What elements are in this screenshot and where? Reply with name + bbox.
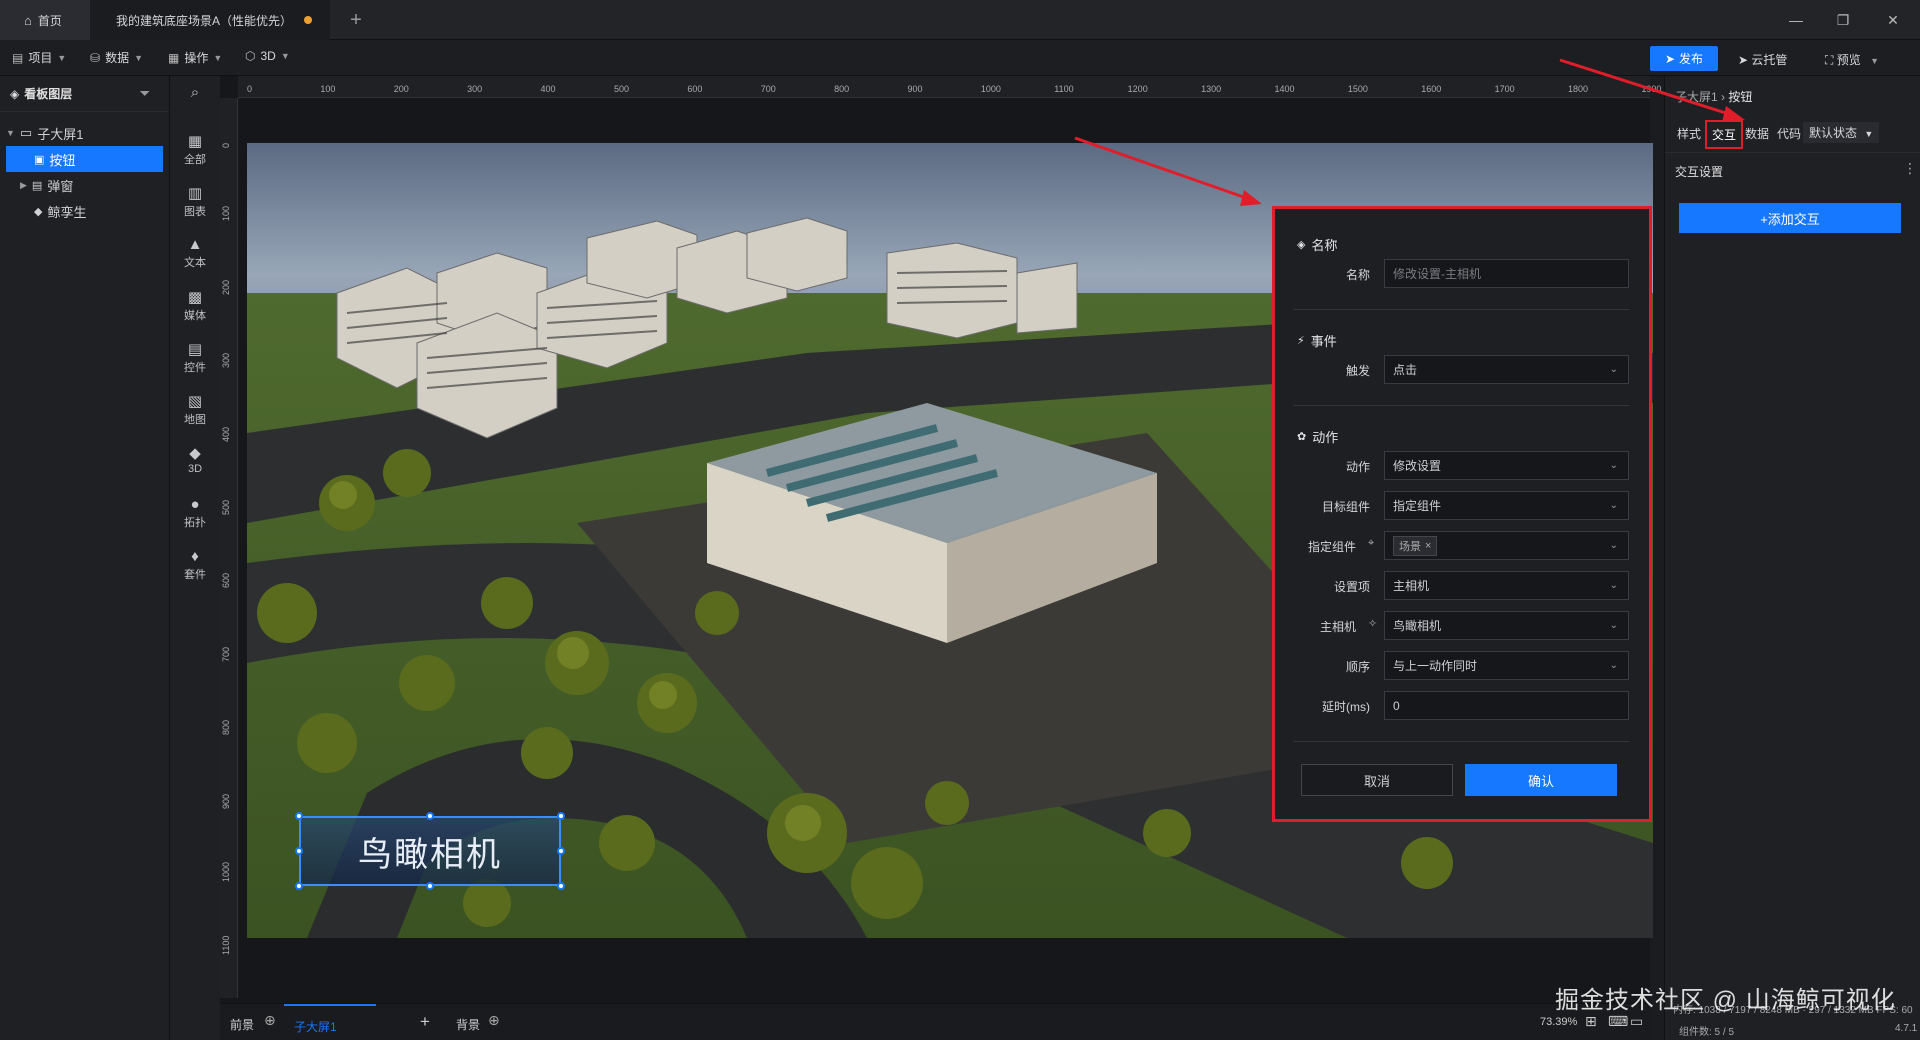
watermark: 掘金技术社区 @ 山海鲸可视化 — [1555, 987, 1896, 1014]
annotation-arrows — [1074, 58, 1745, 206]
